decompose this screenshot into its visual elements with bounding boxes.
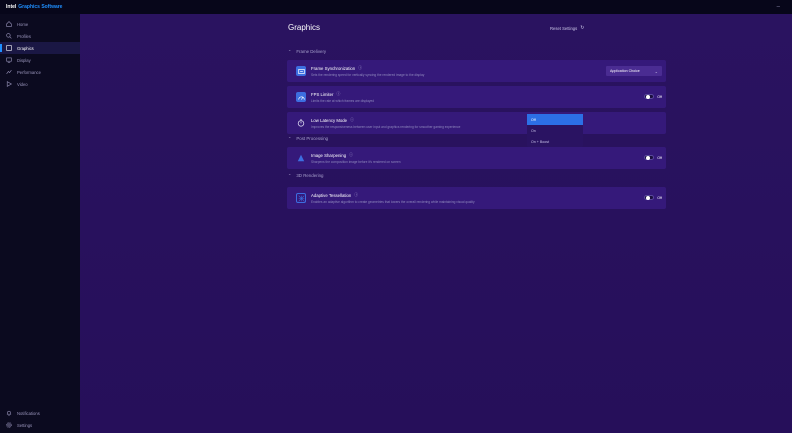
feature-title: Frame Synchronization [311, 65, 356, 71]
sidebar-item-performance[interactable]: Performance [0, 66, 80, 78]
toggle-label: Off [657, 94, 662, 99]
info-icon[interactable]: ⓘ [358, 66, 362, 71]
title-bar: Intel Graphics Software – [0, 0, 792, 14]
frame-sync-icon [296, 66, 306, 76]
sidebar-item-label: Display [17, 57, 31, 63]
feature-low-latency-mode: Low Latency Mode ⓘ Improves the responsiv… [287, 112, 666, 134]
gear-icon [6, 422, 12, 428]
section-post-processing[interactable]: ⌃ Post Processing [288, 136, 328, 141]
chevron-down-icon: ⌄ [654, 68, 658, 74]
feature-title: Image Sharpening [311, 152, 347, 158]
sidebar-item-label: Home [17, 21, 29, 27]
feature-image-sharpening: Image Sharpening ⓘ Sharpens the compositi… [287, 147, 666, 169]
feature-title: Low Latency Mode [311, 117, 348, 123]
video-icon [6, 81, 12, 87]
sidebar-item-profiles[interactable]: Profiles [0, 30, 80, 42]
main-panel: Graphics Reset Settings ↻ ⌃ Frame Delive… [80, 14, 792, 433]
minimize-button[interactable]: – [777, 4, 780, 10]
reset-icon: ↻ [580, 25, 585, 31]
sidebar-item-home[interactable]: Home [0, 18, 80, 30]
profiles-icon [6, 33, 12, 39]
bell-icon [6, 410, 12, 416]
sidebar-item-video[interactable]: Video [0, 78, 80, 90]
feature-title: FPS Limiter [311, 91, 334, 97]
dropdown-option-off[interactable]: Off [527, 114, 583, 125]
display-icon [6, 57, 12, 63]
sidebar: Home Profiles Graphics Display Performan… [0, 14, 80, 433]
sidebar-item-label: Notifications [17, 410, 40, 416]
info-icon[interactable]: ⓘ [349, 153, 353, 158]
feature-description: Enables an adaptive algorithm to create … [311, 199, 475, 204]
sidebar-item-label: Settings [17, 422, 33, 428]
low-latency-dropdown-menu: Off On On + Boost [527, 114, 583, 147]
image-sharpening-toggle[interactable]: Off [644, 155, 662, 160]
home-icon [6, 21, 12, 27]
adaptive-tessellation-toggle[interactable]: Off [644, 195, 662, 200]
app-title: Intel Graphics Software [6, 4, 63, 10]
dropdown-option-on-boost[interactable]: On + Boost [527, 136, 583, 147]
toggle-label: Off [657, 155, 662, 160]
section-frame-delivery[interactable]: ⌃ Frame Delivery [288, 49, 326, 54]
page-title: Graphics [288, 23, 321, 32]
tessellation-icon [296, 193, 306, 203]
info-icon[interactable]: ⓘ [336, 92, 340, 97]
sidebar-item-label: Profiles [17, 33, 31, 39]
sidebar-item-label: Graphics [17, 45, 34, 51]
feature-description: Limits the rate at which frames are disp… [311, 98, 375, 103]
sidebar-item-label: Performance [17, 69, 41, 75]
dropdown-option-on[interactable]: On [527, 125, 583, 136]
performance-icon [6, 69, 12, 75]
sidebar-item-display[interactable]: Display [0, 54, 80, 66]
sidebar-item-label: Video [17, 81, 28, 87]
low-latency-icon [296, 118, 306, 128]
sidebar-item-graphics[interactable]: Graphics [0, 42, 80, 54]
feature-adaptive-tessellation: Adaptive Tessellation ⓘ Enables an adapti… [287, 187, 666, 209]
reset-settings-button[interactable]: Reset Settings ↻ [550, 25, 584, 31]
feature-description: Sets the rendering speed for vertically … [311, 72, 425, 77]
feature-title: Adaptive Tessellation [311, 192, 352, 198]
feature-fps-limiter: FPS Limiter ⓘ Limits the rate at which fr… [287, 86, 666, 108]
feature-description: Sharpens the composition image before it… [311, 159, 401, 164]
fps-limiter-icon [296, 92, 306, 102]
toggle-label: Off [657, 195, 662, 200]
chevron-up-icon: ⌃ [288, 136, 292, 141]
sidebar-item-settings[interactable]: Settings [0, 419, 80, 431]
image-sharpening-icon [296, 153, 306, 163]
info-icon[interactable]: ⓘ [354, 193, 358, 198]
feature-frame-synchronization: Frame Synchronization ⓘ Sets the renderin… [287, 60, 666, 82]
feature-description: Improves the responsiveness between user… [311, 124, 461, 129]
section-3d-rendering[interactable]: ⌃ 3D Rendering [288, 173, 323, 178]
chevron-up-icon: ⌃ [288, 49, 292, 54]
frame-sync-dropdown[interactable]: Application Choice ⌄ [606, 66, 662, 76]
graphics-icon [6, 45, 12, 51]
info-icon[interactable]: ⓘ [350, 118, 354, 123]
chevron-up-icon: ⌃ [288, 173, 292, 178]
fps-limiter-toggle[interactable]: Off [644, 94, 662, 99]
sidebar-item-notifications[interactable]: Notifications [0, 407, 80, 419]
